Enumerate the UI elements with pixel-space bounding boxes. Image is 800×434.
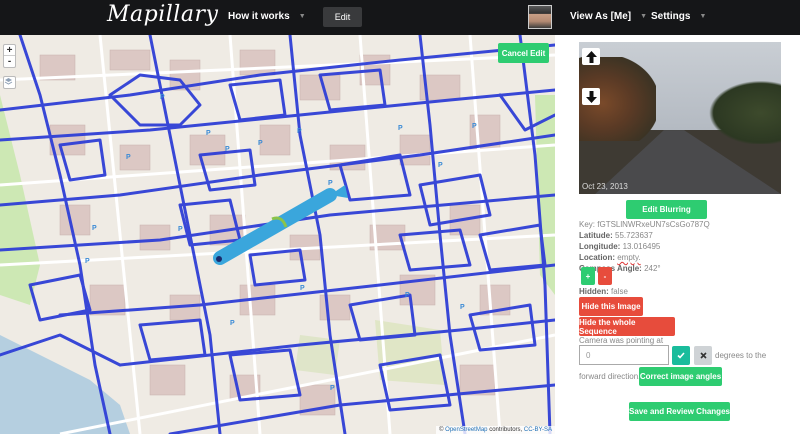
view-as-label: View As [Me] (570, 11, 632, 22)
svg-text:P: P (300, 285, 305, 292)
svg-text:P: P (460, 304, 465, 311)
avatar[interactable] (528, 5, 552, 29)
image-viewer[interactable]: Oct 23, 2013 (579, 42, 781, 194)
nav-edit-button[interactable]: Edit (323, 7, 362, 27)
save-review-button[interactable]: Save and Review Changes (629, 402, 730, 421)
angle-decrease-button[interactable]: - (598, 267, 612, 285)
hide-sequence-button[interactable]: Hide the whole Sequence (579, 317, 675, 336)
angle-input[interactable] (579, 345, 669, 365)
mapillary-logo[interactable]: Mapillary (107, 2, 218, 27)
zoom-in-button[interactable]: + (4, 45, 15, 56)
close-icon (699, 352, 707, 359)
check-icon (677, 352, 685, 359)
layers-icon (4, 78, 13, 85)
latitude-label: Latitude: (579, 231, 613, 240)
hidden-value: false (611, 287, 628, 296)
location-value: empty. (617, 253, 641, 262)
forward-direction-text: forward direction. (579, 372, 641, 381)
license-link[interactable]: CC-BY-SA (524, 427, 552, 433)
svg-text:P: P (225, 146, 230, 153)
map-canvas: P P P P P P P P P P P P P P P P P P (0, 35, 555, 434)
photo-tree-right (700, 75, 781, 144)
svg-text:P: P (85, 258, 90, 265)
svg-text:P: P (258, 140, 263, 147)
layers-button[interactable] (3, 76, 16, 89)
svg-text:P: P (405, 292, 410, 299)
svg-text:P: P (126, 154, 131, 161)
svg-text:P: P (398, 125, 403, 132)
latitude-value: 55.723637 (615, 231, 653, 240)
angle-increase-button[interactable]: + (581, 267, 595, 285)
settings-label: Settings (651, 11, 691, 22)
chevron-down-icon: ▼ (298, 13, 306, 20)
svg-text:P: P (230, 320, 235, 327)
confirm-angle-button[interactable] (672, 346, 690, 365)
camera-text: Camera was pointing at (579, 336, 664, 345)
cancel-angle-button[interactable] (694, 346, 712, 365)
map-view[interactable]: PPP PPP PPP PPP PPP PPP + - Cancel Edit … (0, 35, 555, 434)
compass-value: 242° (644, 264, 661, 273)
svg-text:P: P (438, 162, 443, 169)
nav-how-it-works[interactable]: How it works ▼ (228, 11, 306, 22)
hide-image-button[interactable]: Hide this Image (579, 297, 643, 316)
correct-angles-button[interactable]: Correct image angles (639, 367, 722, 386)
arrow-down-icon (585, 90, 597, 103)
svg-text:P: P (206, 130, 211, 137)
how-it-works-label: How it works (228, 11, 290, 22)
cancel-edit-button[interactable]: Cancel Edit (498, 43, 549, 63)
key-value: fGTSLlNWRxeUN7sCsGo787Q (597, 220, 710, 229)
zoom-control: + - (3, 44, 16, 68)
arrow-up-icon (585, 50, 597, 63)
next-image-button[interactable] (582, 48, 600, 65)
key-label: Key: (579, 220, 596, 229)
key-row: Key: fGTSLlNWRxeUN7sCsGo787Q (579, 220, 710, 229)
svg-text:P: P (330, 385, 335, 392)
svg-text:P: P (328, 180, 333, 187)
longitude-value: 13.016495 (622, 242, 661, 251)
location-row: Location: empty. (579, 253, 641, 262)
longitude-row: Longitude: 13.016495 (579, 242, 660, 251)
zoom-out-button[interactable]: - (4, 56, 15, 67)
svg-text:P: P (92, 225, 97, 232)
hidden-row: Hidden: false (579, 287, 628, 296)
latitude-row: Latitude: 55.723637 (579, 231, 653, 240)
degrees-text: degrees to the (715, 351, 767, 360)
svg-text:P: P (297, 128, 302, 135)
previous-image-button[interactable] (582, 88, 600, 105)
chevron-down-icon: ▼ (640, 13, 648, 20)
chevron-down-icon: ▼ (699, 13, 707, 20)
attribution-text: contributors, (489, 427, 523, 433)
svg-text:P: P (178, 226, 183, 233)
longitude-label: Longitude: (579, 242, 621, 251)
osm-link[interactable]: OpenStreetMap (445, 427, 487, 433)
image-date: Oct 23, 2013 (582, 182, 628, 191)
nav-settings[interactable]: Settings ▼ (651, 11, 706, 22)
svg-text:P: P (472, 123, 477, 130)
top-navbar: Mapillary How it works ▼ Edit View As [Me… (0, 0, 800, 35)
edit-blurring-button[interactable]: Edit Blurring (626, 200, 707, 219)
location-label: Location: (579, 253, 615, 262)
svg-text:P: P (160, 94, 165, 101)
attribution-prefix: © (439, 427, 444, 433)
hidden-label: Hidden: (579, 287, 609, 296)
map-attribution: © OpenStreetMap contributors, CC-BY-SA (436, 426, 555, 434)
nav-view-as[interactable]: View As [Me] ▼ (570, 11, 647, 22)
